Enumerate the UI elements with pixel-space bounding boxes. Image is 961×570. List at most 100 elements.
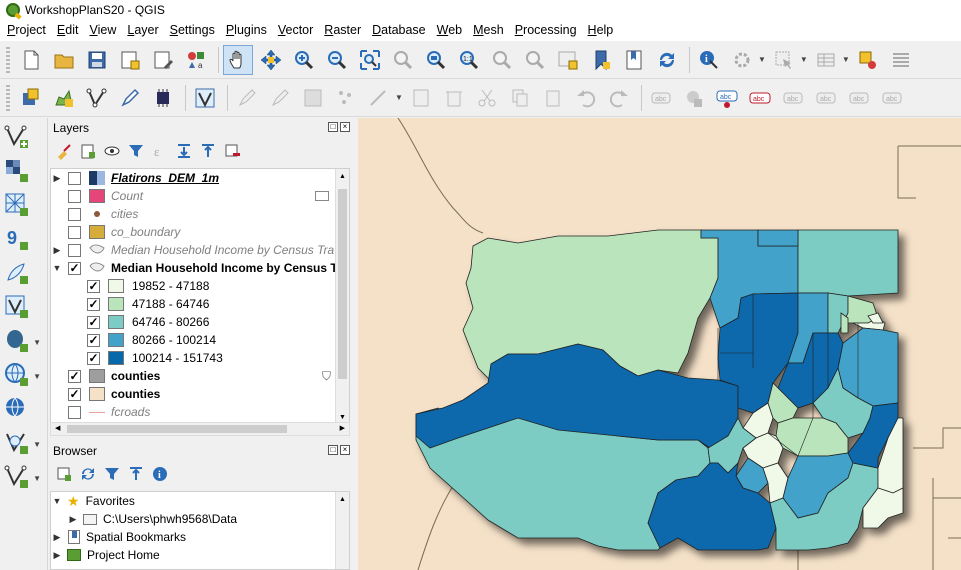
scroll-down-icon[interactable]: ▼ [339, 414, 346, 421]
info-icon[interactable]: i [151, 465, 169, 483]
add-group-icon[interactable] [79, 142, 97, 160]
expand-arrow-icon[interactable]: ▶ [51, 173, 63, 184]
menu-settings[interactable]: Settings [165, 20, 221, 41]
layer-row[interactable]: fcroads [51, 403, 349, 421]
menu-layer[interactable]: Layer [122, 20, 164, 41]
chevron-down-icon[interactable]: ▼ [842, 55, 850, 64]
collapse-all-icon[interactable] [199, 142, 217, 160]
layer-checkbox[interactable] [68, 207, 81, 221]
layer-row[interactable]: ✓ counties [51, 385, 349, 403]
toggle-editing-button[interactable] [232, 83, 262, 113]
menu-processing[interactable]: Processing [510, 20, 583, 41]
layer-row[interactable]: ▶ Median Household Income by Census Tra [51, 241, 349, 259]
layer-row[interactable]: ▼ ✓ Median Household Income by Census Tr… [51, 259, 349, 277]
legend-item[interactable]: ✓ 100214 - 151743 [51, 349, 349, 367]
scroll-right-icon[interactable]: ▶ [340, 424, 345, 432]
digitize-icon[interactable] [82, 83, 112, 113]
menu-raster[interactable]: Raster [319, 20, 367, 41]
add-virtual-layer-button[interactable] [4, 292, 40, 322]
layer-row[interactable]: ✓ counties ⛉ [51, 367, 349, 385]
vertex-editor-button[interactable] [364, 83, 394, 113]
label-highlight-icon[interactable]: abc [712, 83, 742, 113]
expand-arrow-icon[interactable]: ▶ [51, 532, 63, 543]
float-panel-icon[interactable]: □ [328, 445, 338, 455]
collapse-arrow-icon[interactable]: ▼ [51, 496, 63, 506]
add-point-button[interactable] [331, 83, 361, 113]
open-attribute-table-button[interactable] [811, 45, 841, 75]
add-mesh-layer-button[interactable] [4, 190, 40, 220]
legend-item[interactable]: ✓ 19852 - 47188 [51, 277, 349, 295]
save-project-button[interactable] [82, 45, 112, 75]
layer-tool-icon[interactable] [16, 83, 46, 113]
chevron-down-icon[interactable]: ▼ [33, 372, 41, 381]
scroll-up-icon[interactable]: ▲ [339, 173, 346, 180]
layer-row[interactable]: cities [51, 205, 349, 223]
menu-database[interactable]: Database [367, 20, 432, 41]
legend-checkbox[interactable]: ✓ [87, 297, 100, 311]
edit-pencil-icon[interactable] [265, 83, 295, 113]
map-canvas[interactable] [358, 118, 961, 570]
layer-checkbox[interactable] [68, 171, 81, 185]
chip-icon[interactable] [148, 83, 178, 113]
zoom-next-button[interactable] [520, 45, 550, 75]
pencil-icon[interactable] [115, 83, 145, 113]
expand-arrow-icon[interactable]: ▶ [51, 245, 63, 256]
identify-features-button[interactable]: i [694, 45, 724, 75]
new-bookmark-button[interactable] [586, 45, 616, 75]
collapse-all-icon[interactable] [127, 465, 145, 483]
label-option-icon[interactable]: abc [844, 83, 874, 113]
layer-checkbox[interactable]: ✓ [68, 261, 81, 275]
layer-checkbox[interactable]: ✓ [68, 387, 81, 401]
chevron-down-icon[interactable]: ▼ [33, 338, 41, 347]
chevron-down-icon[interactable]: ▼ [33, 440, 41, 449]
add-wfs-layer-button[interactable] [4, 394, 40, 424]
browser-item[interactable]: ▼ ★ Favorites [51, 492, 349, 510]
chevron-down-icon[interactable]: ▼ [33, 474, 41, 483]
pan-map-button[interactable] [223, 44, 253, 75]
legend-item[interactable]: ✓ 64746 - 80266 [51, 313, 349, 331]
scroll-left-icon[interactable]: ◀ [55, 424, 60, 432]
zoom-out-button[interactable] [322, 45, 352, 75]
legend-checkbox[interactable]: ✓ [87, 333, 100, 347]
layer-checkbox[interactable] [68, 189, 81, 203]
label-red-icon[interactable]: abc [745, 83, 775, 113]
add-wcs-layer-button[interactable]: ▼ [4, 428, 41, 458]
float-panel-icon[interactable]: □ [328, 122, 338, 132]
zoom-full-button[interactable] [355, 45, 385, 75]
cut-features-button[interactable] [472, 83, 502, 113]
select-features-button[interactable] [769, 45, 799, 75]
zoom-in-button[interactable] [289, 45, 319, 75]
refresh-button[interactable] [652, 45, 682, 75]
redo-button[interactable] [604, 83, 634, 113]
menu-edit[interactable]: Edit [52, 20, 85, 41]
legend-checkbox[interactable]: ✓ [87, 279, 100, 293]
style-manager-button[interactable]: a [181, 45, 211, 75]
add-wms-layer-button[interactable]: ▼ [4, 360, 41, 390]
toolbar-grip[interactable] [6, 46, 10, 73]
layers-vertical-scrollbar[interactable]: ▲ ▼ [335, 169, 349, 425]
add-delimited-text-button[interactable]: 9 [4, 224, 40, 254]
remove-layer-icon[interactable] [223, 142, 241, 160]
deselect-all-button[interactable] [853, 45, 883, 75]
chevron-down-icon[interactable]: ▼ [395, 93, 403, 102]
layers-horizontal-scrollbar[interactable]: ◀ ▶ [50, 422, 350, 436]
new-project-button[interactable] [16, 45, 46, 75]
zoom-last-button[interactable] [487, 45, 517, 75]
add-selected-layers-icon[interactable] [55, 465, 73, 483]
add-raster-layer-button[interactable] [4, 156, 40, 186]
modify-attributes-button[interactable] [406, 83, 436, 113]
layer-tool-icon[interactable] [49, 83, 79, 113]
label-option-icon[interactable]: abc [778, 83, 808, 113]
show-bookmarks-button[interactable] [619, 45, 649, 75]
pan-to-selection-button[interactable] [256, 45, 286, 75]
menu-plugins[interactable]: Plugins [221, 20, 273, 41]
filter-icon[interactable] [127, 142, 145, 160]
collapse-arrow-icon[interactable]: ▼ [51, 263, 63, 273]
delete-selected-button[interactable] [439, 83, 469, 113]
menu-web[interactable]: Web [432, 20, 468, 41]
legend-item[interactable]: ✓ 47188 - 64746 [51, 295, 349, 313]
close-panel-icon[interactable]: × [340, 445, 350, 455]
menu-help[interactable]: Help [583, 20, 620, 41]
zoom-native-button[interactable]: 1:1 [454, 45, 484, 75]
expand-arrow-icon[interactable]: ▶ [51, 550, 63, 561]
